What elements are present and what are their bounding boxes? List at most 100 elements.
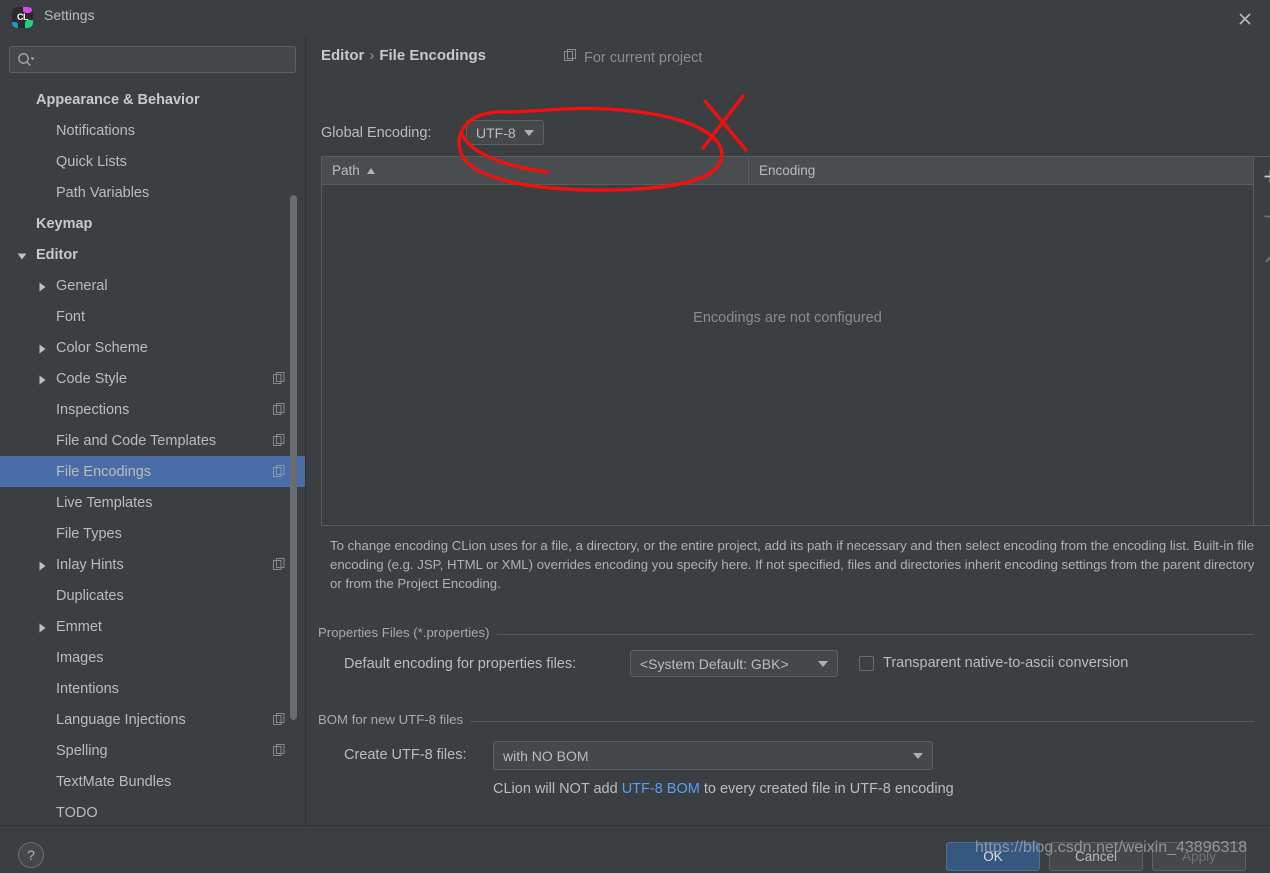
sidebar-item-label: Spelling <box>56 742 108 759</box>
logo-text: CL <box>17 12 29 22</box>
remove-icon[interactable] <box>1254 201 1270 231</box>
transparent-native-to-ascii-label: Transparent native-to-ascii conversion <box>883 655 1129 671</box>
sidebar-item-textmate-bundles[interactable]: TextMate Bundles <box>0 766 305 797</box>
chevron-right-icon[interactable] <box>36 280 48 292</box>
close-icon[interactable] <box>1234 8 1256 30</box>
help-button[interactable]: ? <box>18 842 44 868</box>
sidebar-item-inlay-hints[interactable]: Inlay Hints <box>0 549 305 580</box>
sidebar-item-todo[interactable]: TODO <box>0 797 305 825</box>
create-utf8-files-combo[interactable]: with NO BOM <box>493 741 933 770</box>
sidebar-item-label: Emmet <box>56 618 102 635</box>
sidebar-item-label: Intentions <box>56 680 119 697</box>
sort-ascending-icon <box>366 167 375 174</box>
transparent-native-to-ascii-checkbox[interactable] <box>859 655 874 671</box>
for-current-project-label: For current project <box>564 49 702 66</box>
search-icon <box>17 52 35 68</box>
column-header-encoding-label: Encoding <box>759 163 816 178</box>
default-properties-encoding-label: Default encoding for properties files: <box>344 656 577 672</box>
bom-hint-prefix: CLion will NOT add <box>493 781 622 797</box>
sidebar-item-images[interactable]: Images <box>0 642 305 673</box>
column-header-encoding[interactable]: Encoding <box>749 157 1253 185</box>
sidebar-item-intentions[interactable]: Intentions <box>0 673 305 704</box>
sidebar-item-language-injections[interactable]: Language Injections <box>0 704 305 735</box>
breadcrumb: Editor › File Encodings <box>321 47 486 64</box>
sidebar-item-quick-lists[interactable]: Quick Lists <box>0 146 305 177</box>
sidebar-item-file-and-code-templates[interactable]: File and Code Templates <box>0 425 305 456</box>
copy-icon <box>273 713 285 726</box>
sidebar-item-editor[interactable]: Editor <box>0 239 305 270</box>
table-header: Path Encoding <box>322 156 1253 185</box>
sidebar-item-label: Language Injections <box>56 711 186 728</box>
chevron-down-icon[interactable] <box>16 249 28 261</box>
search-container <box>9 46 296 73</box>
for-current-project-text: For current project <box>584 49 703 66</box>
sidebar-item-spelling[interactable]: Spelling <box>0 735 305 766</box>
sidebar-item-label: Duplicates <box>56 587 124 604</box>
global-encoding-label: Global Encoding: <box>321 125 432 141</box>
sidebar-item-label: File Encodings <box>56 463 152 480</box>
settings-sidebar: Appearance & Behavior Notifications Quick … <box>0 36 305 825</box>
chevron-down-icon <box>524 129 534 136</box>
default-properties-encoding-combo[interactable]: <System Default: GBK> <box>630 650 838 677</box>
search-box[interactable] <box>9 46 296 73</box>
utf8-bom-link[interactable]: UTF-8 BOM <box>622 781 700 797</box>
sidebar-item-appearance-behavior[interactable]: Appearance & Behavior <box>0 84 305 115</box>
settings-dialog: CL Settings Appearance & Behavior Notifi… <box>0 0 1270 873</box>
sidebar-item-keymap[interactable]: Keymap <box>0 208 305 239</box>
copy-icon <box>273 465 285 478</box>
sidebar-item-color-scheme[interactable]: Color Scheme <box>0 332 305 363</box>
sidebar-item-label: Quick Lists <box>56 153 127 170</box>
sidebar-item-label: File and Code Templates <box>56 432 217 449</box>
copy-icon <box>273 558 285 571</box>
sidebar-item-label: Inspections <box>56 401 130 418</box>
breadcrumb-parent[interactable]: Editor <box>321 47 364 64</box>
sidebar-item-path-variables[interactable]: Path Variables <box>0 177 305 208</box>
copy-icon <box>273 434 285 447</box>
sidebar-item-label: Inlay Hints <box>56 556 124 573</box>
chevron-right-icon[interactable] <box>36 621 48 633</box>
cancel-button[interactable]: Cancel <box>1049 842 1143 871</box>
sidebar-item-label: Appearance & Behavior <box>36 91 200 108</box>
search-input[interactable] <box>40 47 290 72</box>
chevron-down-icon <box>913 752 923 759</box>
sidebar-item-duplicates[interactable]: Duplicates <box>0 580 305 611</box>
table-body: Encodings are not configured <box>322 185 1253 525</box>
bom-section-title: BOM for new UTF-8 files <box>318 712 471 727</box>
clion-logo-icon: CL <box>12 7 33 28</box>
apply-button[interactable]: Apply <box>1152 842 1246 871</box>
sidebar-item-code-style[interactable]: Code Style <box>0 363 305 394</box>
chevron-down-icon <box>818 660 828 667</box>
sidebar-item-inspections[interactable]: Inspections <box>0 394 305 425</box>
sidebar-item-file-encodings[interactable]: File Encodings <box>0 456 305 487</box>
transparent-native-to-ascii-checkbox-row[interactable]: Transparent native-to-ascii conversion <box>859 655 1128 671</box>
sidebar-item-live-templates[interactable]: Live Templates <box>0 487 305 518</box>
edit-icon[interactable] <box>1254 242 1270 272</box>
sidebar-item-notifications[interactable]: Notifications <box>0 115 305 146</box>
chevron-right-icon[interactable] <box>36 559 48 571</box>
sidebar-item-font[interactable]: Font <box>0 301 305 332</box>
sidebar-item-label: General <box>56 277 108 294</box>
default-properties-encoding-value: <System Default: GBK> <box>640 655 789 672</box>
sidebar-item-general[interactable]: General <box>0 270 305 301</box>
sidebar-item-label: Color Scheme <box>56 339 148 356</box>
sidebar-item-label: File Types <box>56 525 122 542</box>
chevron-right-icon[interactable] <box>36 373 48 385</box>
column-header-path[interactable]: Path <box>322 156 749 185</box>
create-utf8-files-value: with NO BOM <box>503 747 589 764</box>
title-bar: CL Settings <box>0 0 1270 36</box>
sidebar-item-file-types[interactable]: File Types <box>0 518 305 549</box>
copy-icon <box>273 744 285 757</box>
chevron-right-icon[interactable] <box>36 342 48 354</box>
sidebar-item-label: Path Variables <box>56 184 150 201</box>
add-icon[interactable] <box>1254 161 1270 191</box>
sidebar-item-emmet[interactable]: Emmet <box>0 611 305 642</box>
global-encoding-combo[interactable]: UTF-8 <box>466 120 544 145</box>
ok-button[interactable]: OK <box>946 842 1040 871</box>
sidebar-item-label: TextMate Bundles <box>56 773 172 790</box>
bom-hint-suffix: to every created file in UTF-8 encoding <box>699 781 954 797</box>
breadcrumb-current: File Encodings <box>379 47 487 64</box>
encodings-description: To change encoding CLion uses for a file… <box>330 538 1255 591</box>
sidebar-item-label: Code Style <box>56 370 127 387</box>
sidebar-scrollbar[interactable] <box>290 195 297 720</box>
sidebar-item-label: Editor <box>36 246 78 263</box>
